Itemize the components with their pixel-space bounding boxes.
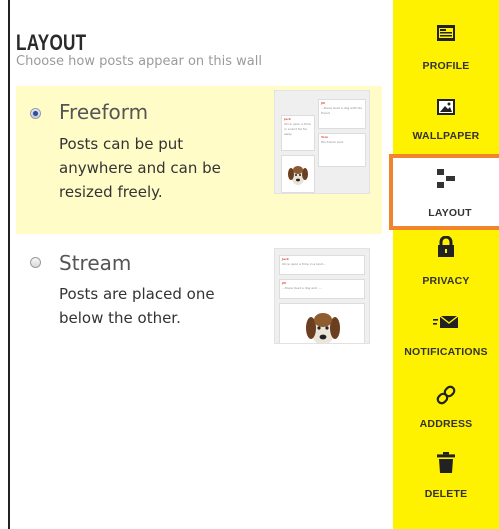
- layout-subtitle: Choose how posts appear on this wall: [16, 54, 262, 69]
- sidebar-item-privacy[interactable]: PRIVACY: [393, 236, 499, 306]
- link-icon: [436, 385, 456, 405]
- sidebar-label-notifications: NOTIFICATIONS: [404, 346, 488, 358]
- sidebar-label-profile: PROFILE: [422, 60, 470, 72]
- sidebar-label-layout: LAYOUT: [428, 207, 472, 219]
- sidebar-item-profile[interactable]: PROFILE: [393, 18, 499, 88]
- preview-card: [281, 155, 315, 193]
- option-freeform[interactable]: Freeform Posts can be put anywhere and c…: [16, 86, 382, 234]
- dog-icon: [288, 166, 308, 185]
- stream-desc-line: below the other.: [59, 309, 181, 327]
- sidebar-label-wallpaper: WALLPAPER: [412, 130, 480, 142]
- settings-sidebar: PROFILE WALLPAPER LAYOUT PRIVACY NOTIFIC…: [389, 0, 499, 529]
- envelope-icon: [433, 315, 459, 328]
- preview-card-text: His friend, Jack: [321, 140, 344, 144]
- sidebar-label-privacy: PRIVACY: [422, 275, 470, 287]
- sidebar-item-layout[interactable]: LAYOUT: [389, 154, 499, 230]
- stream-desc-line: Posts are placed one: [59, 285, 215, 303]
- preview-card: Jack Once upon a time in a land...: [279, 255, 365, 275]
- preview-card: Jack Once upon a time in a land far far …: [281, 115, 315, 151]
- sidebar-label-delete: DELETE: [424, 488, 468, 500]
- freeform-radio[interactable]: [30, 108, 41, 119]
- trash-icon: [437, 452, 455, 473]
- stream-description: Posts are placed one below the other.: [59, 282, 274, 330]
- freeform-description: Posts can be put anywhere and can be res…: [59, 132, 274, 204]
- preview-card: Jill ...there lived a dog with his frien…: [318, 99, 366, 129]
- stream-label: Stream: [59, 251, 132, 275]
- freeform-desc-line: anywhere and can be: [59, 159, 221, 177]
- stream-preview-thumbnail: Jack Once upon a time in a land... Jill …: [274, 248, 370, 344]
- stream-radio[interactable]: [30, 257, 41, 268]
- freeform-desc-line: Posts can be put: [59, 135, 184, 153]
- preview-card-text: ...there lived a dog with his friend: [321, 106, 362, 115]
- layout-title: LAYOUT: [16, 30, 87, 55]
- wallpaper-icon: [437, 99, 455, 115]
- sidebar-item-delete[interactable]: DELETE: [393, 452, 499, 522]
- freeform-desc-line: resized freely.: [59, 183, 163, 201]
- preview-card-text: Once upon a time in a land far far away: [284, 122, 311, 136]
- preview-card-text: Once upon a time in a land...: [282, 262, 326, 266]
- option-stream[interactable]: Stream Posts are placed one below the ot…: [16, 244, 382, 354]
- dog-icon: [306, 313, 340, 343]
- lock-icon: [438, 236, 454, 257]
- freeform-label: Freeform: [59, 100, 149, 124]
- profile-icon: [437, 25, 455, 41]
- sidebar-label-address: ADDRESS: [419, 418, 473, 430]
- freeform-preview-thumbnail: Jill ...there lived a dog with his frien…: [274, 90, 370, 194]
- preview-card: [279, 303, 365, 343]
- layout-icon: [437, 169, 455, 188]
- sidebar-item-address[interactable]: ADDRESS: [393, 384, 499, 454]
- sidebar-item-notifications[interactable]: NOTIFICATIONS: [393, 312, 499, 382]
- preview-card: Tom His friend, Jack: [318, 133, 366, 167]
- preview-card: Jill ...there lived a dog and ....: [279, 279, 365, 299]
- preview-card-text: ...there lived a dog and ....: [282, 286, 322, 290]
